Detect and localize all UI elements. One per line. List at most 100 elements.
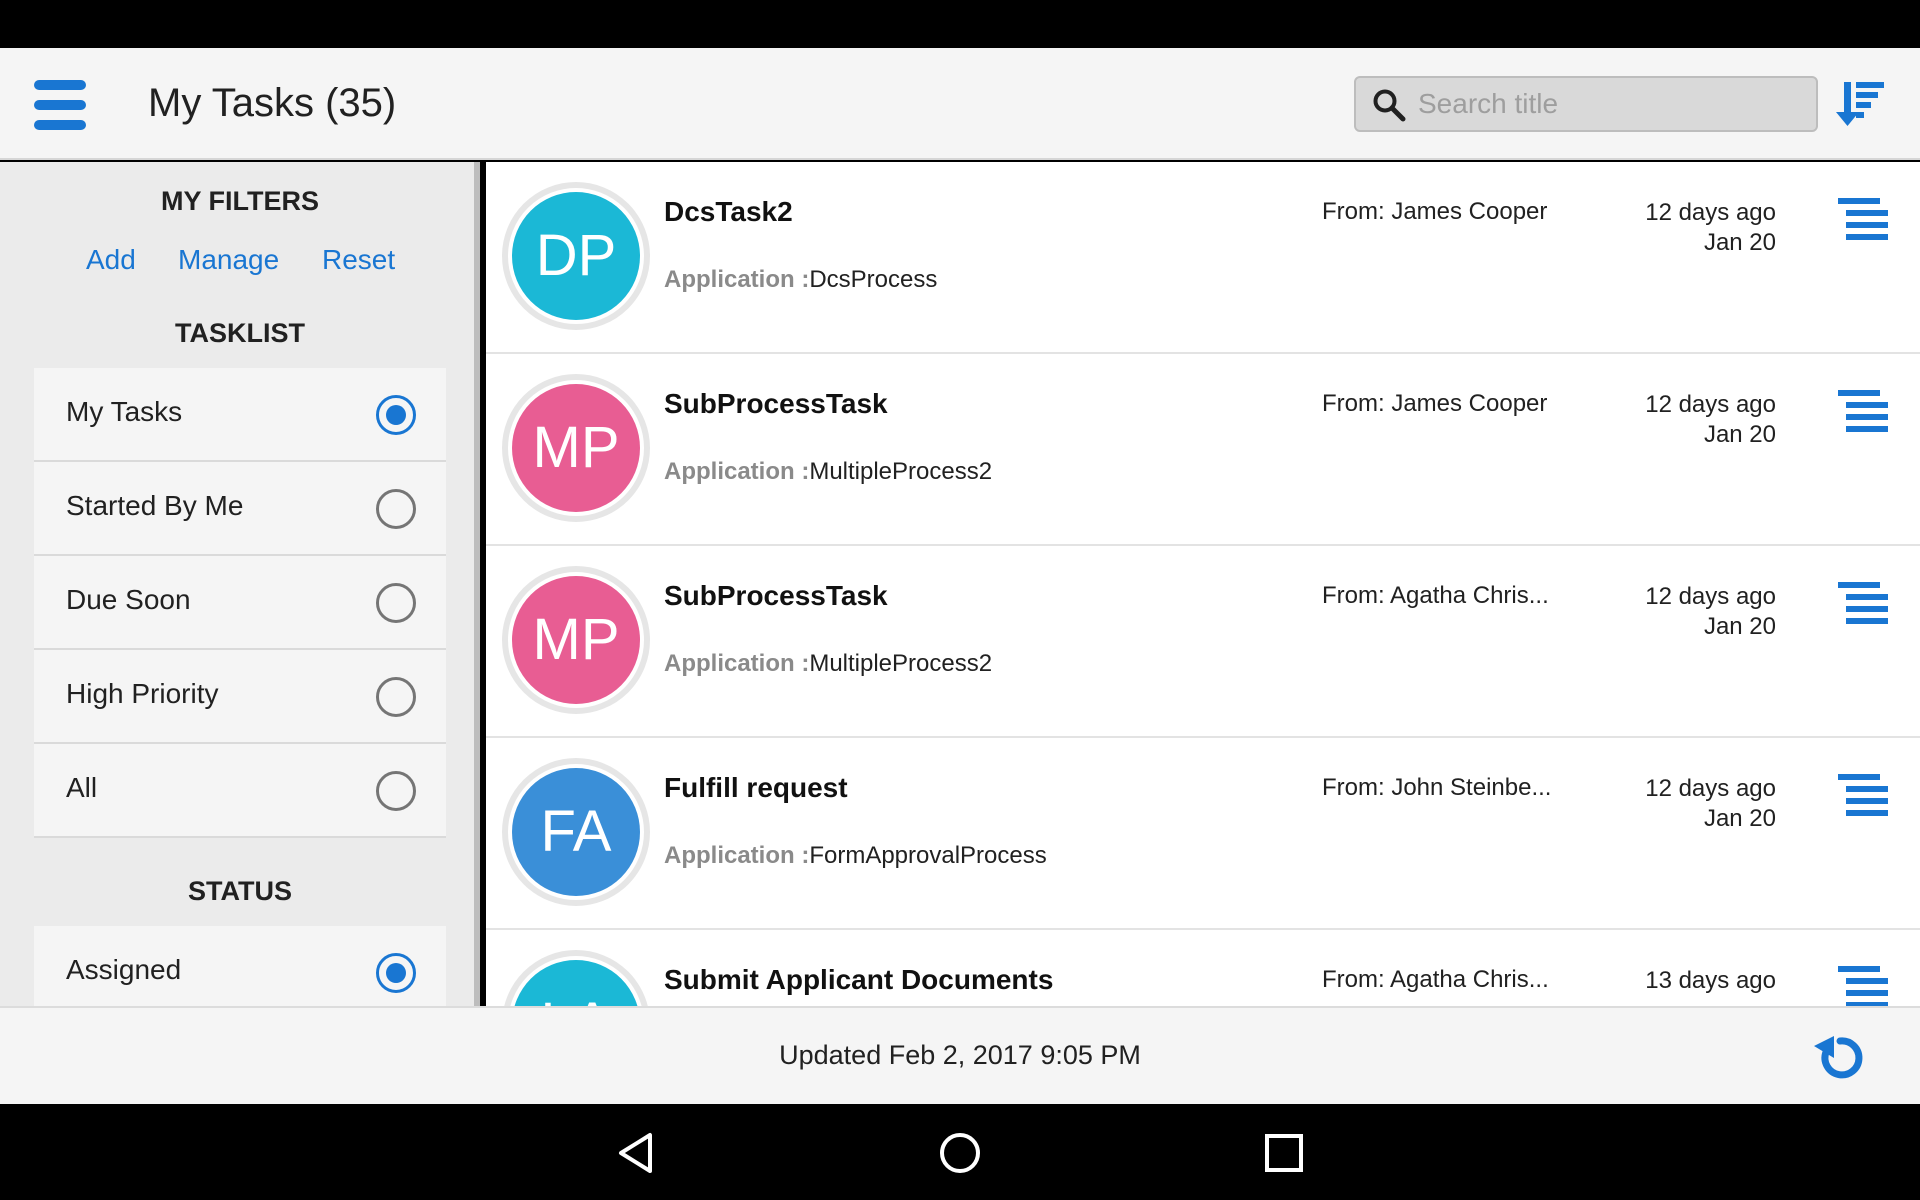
task-title: DcsTask2	[664, 196, 793, 227]
task-row[interactable]: FA Fulfill request Application :FormAppr…	[486, 738, 1920, 930]
avatar: DP	[502, 182, 650, 330]
search-input[interactable]	[1418, 84, 1808, 124]
application-label: Application :	[664, 842, 810, 869]
home-icon[interactable]	[937, 1130, 983, 1176]
application-label: Application :	[664, 458, 810, 485]
radio-button[interactable]	[376, 395, 416, 435]
search-field[interactable]	[1354, 76, 1818, 132]
app-bar: My Tasks (35)	[0, 48, 1920, 160]
task-actions-icon[interactable]	[1838, 580, 1890, 628]
task-row[interactable]: LA Submit Applicant Documents From: Agat…	[486, 930, 1920, 1006]
task-row[interactable]: MP SubProcessTask Application :MultipleP…	[486, 546, 1920, 738]
radio-button[interactable]	[376, 771, 416, 811]
task-from: From: James Cooper	[1322, 390, 1548, 417]
task-age: 12 days ago	[1645, 775, 1776, 802]
last-updated-text: Updated Feb 2, 2017 9:05 PM	[779, 1040, 1141, 1070]
tasklist-option-all[interactable]: All	[34, 744, 446, 838]
menu-icon[interactable]	[34, 80, 86, 130]
tasklist-options: My Tasks Started By Me Due Soon High Pri…	[34, 368, 446, 838]
application-name: MultipleProcess2	[809, 458, 993, 485]
tasklist-option-started-by-me[interactable]: Started By Me	[34, 462, 446, 556]
task-title: SubProcessTask	[664, 388, 888, 419]
application-name: DcsProcess	[809, 266, 938, 293]
task-from: From: Agatha Chris...	[1322, 966, 1549, 993]
task-date: 12 days ago Jan 20	[1636, 390, 1776, 450]
manage-filters-link[interactable]: Manage	[178, 244, 279, 276]
option-label: High Priority	[66, 678, 219, 709]
option-label: Due Soon	[66, 584, 191, 615]
tasklist-option-my-tasks[interactable]: My Tasks	[34, 368, 446, 462]
avatar-initials: LA	[512, 960, 640, 1006]
avatar-initials: FA	[512, 768, 640, 896]
search-icon	[1373, 89, 1406, 122]
task-age: 12 days ago	[1645, 583, 1776, 610]
tasklist-option-high-priority[interactable]: High Priority	[34, 650, 446, 744]
task-from: From: John Steinbe...	[1322, 774, 1552, 801]
filter-sidebar: MY FILTERS Add Manage Reset TASKLIST My …	[0, 162, 480, 1006]
task-date-label: Jan 20	[1703, 805, 1776, 832]
task-date: 12 days ago Jan 20	[1636, 774, 1776, 834]
filters-heading: MY FILTERS	[160, 186, 319, 216]
application-label: Application :	[664, 650, 810, 677]
sort-icon[interactable]	[1834, 78, 1886, 130]
status-bar	[0, 0, 1920, 48]
task-list: DP DcsTask2 Application :DcsProcess From…	[486, 162, 1920, 1006]
refresh-icon[interactable]	[1812, 1030, 1868, 1086]
task-age: 13 days ago	[1645, 967, 1776, 994]
task-row[interactable]: DP DcsTask2 Application :DcsProcess From…	[486, 162, 1920, 354]
avatar: MP	[502, 374, 650, 522]
task-from: From: Agatha Chris...	[1322, 582, 1549, 609]
avatar-initials: DP	[512, 192, 640, 320]
task-actions-icon[interactable]	[1838, 196, 1890, 244]
task-date-label: Jan 20	[1703, 613, 1776, 640]
task-application: Application :MultipleProcess2	[664, 458, 992, 486]
filter-links: Add Manage Reset	[0, 244, 474, 294]
task-from: From: James Cooper	[1322, 198, 1548, 225]
option-label: My Tasks	[66, 396, 183, 427]
task-age: 12 days ago	[1645, 199, 1776, 226]
back-icon[interactable]	[614, 1130, 660, 1176]
application-name: FormApprovalProcess	[809, 842, 1047, 869]
avatar: LA	[502, 950, 650, 1006]
tasklist-heading: TASKLIST	[175, 318, 305, 348]
add-filter-link[interactable]: Add	[86, 244, 136, 276]
radio-button[interactable]	[376, 489, 416, 529]
tasklist-option-due-soon[interactable]: Due Soon	[34, 556, 446, 650]
task-title: SubProcessTask	[664, 580, 888, 611]
radio-button[interactable]	[376, 677, 416, 717]
task-date: 13 days ago	[1636, 966, 1776, 996]
task-date: 12 days ago Jan 20	[1636, 198, 1776, 258]
task-title: Fulfill request	[664, 772, 848, 803]
task-application: Application :FormApprovalProcess	[664, 842, 1047, 870]
status-option-assigned[interactable]: Assigned	[34, 926, 446, 1006]
recents-icon[interactable]	[1261, 1130, 1307, 1176]
radio-button[interactable]	[376, 953, 416, 993]
status-options: Assigned	[34, 926, 446, 1006]
task-title: Submit Applicant Documents	[664, 964, 1054, 995]
option-label: All	[66, 772, 98, 803]
footer-bar: Updated Feb 2, 2017 9:05 PM	[0, 1006, 1920, 1104]
task-actions-icon[interactable]	[1838, 964, 1890, 1006]
avatar: FA	[502, 758, 650, 906]
reset-filters-link[interactable]: Reset	[322, 244, 395, 276]
task-application: Application :MultipleProcess2	[664, 650, 992, 678]
task-application: Application :DcsProcess	[664, 266, 937, 294]
task-age: 12 days ago	[1645, 391, 1776, 418]
option-label: Assigned	[66, 954, 182, 985]
application-name: MultipleProcess2	[809, 650, 993, 677]
avatar-initials: MP	[512, 576, 640, 704]
task-row[interactable]: MP SubProcessTask Application :MultipleP…	[486, 354, 1920, 546]
application-label: Application :	[664, 266, 810, 293]
status-heading: STATUS	[188, 876, 292, 906]
system-nav-bar	[0, 1104, 1920, 1200]
radio-button[interactable]	[376, 583, 416, 623]
task-date: 12 days ago Jan 20	[1636, 582, 1776, 642]
avatar-initials: MP	[512, 384, 640, 512]
task-actions-icon[interactable]	[1838, 772, 1890, 820]
task-date-label: Jan 20	[1703, 421, 1776, 448]
avatar: MP	[502, 566, 650, 714]
task-date-label: Jan 20	[1703, 229, 1776, 256]
page-title: My Tasks (35)	[148, 81, 397, 125]
task-actions-icon[interactable]	[1838, 388, 1890, 436]
option-label: Started By Me	[66, 490, 244, 521]
